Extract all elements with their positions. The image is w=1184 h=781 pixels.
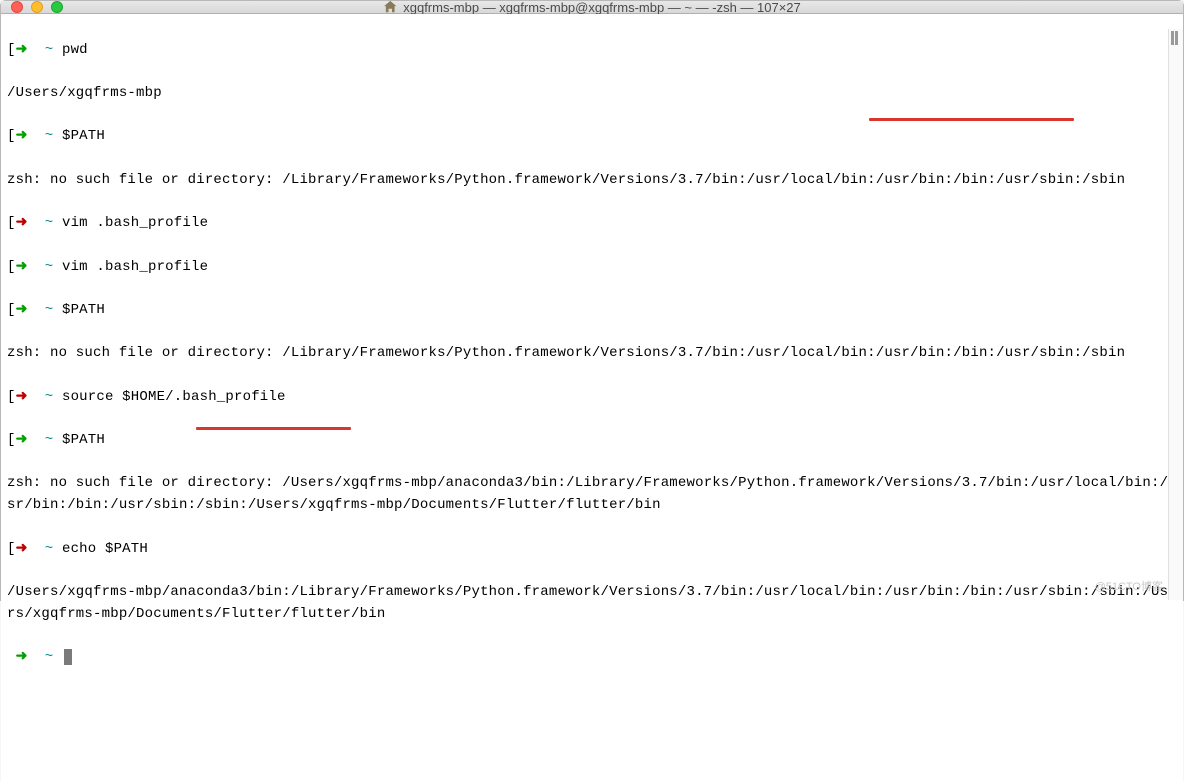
cursor: [64, 649, 72, 665]
pane-indicator-icon: [1171, 31, 1181, 45]
prompt-line: [➜ ~ $PATH]: [7, 126, 1177, 148]
command: $PATH: [62, 128, 105, 144]
close-button[interactable]: [11, 1, 23, 13]
arrow-icon: ➜: [16, 302, 28, 318]
annotation-underline: [869, 118, 1074, 121]
output-line: zsh: no such file or directory: /Library…: [7, 343, 1177, 365]
terminal-body[interactable]: [➜ ~ pwd] /Users/xgqfrms-mbp [➜ ~ $PATH]…: [1, 14, 1183, 781]
output-line: /Users/xgqfrms-mbp: [7, 83, 1177, 105]
prompt-line: [➜ ~ source $HOME/.bash_profile]: [7, 387, 1177, 409]
arrow-icon: ➜: [16, 389, 28, 405]
terminal-window: xgqfrms-mbp — xgqfrms-mbp@xgqfrms-mbp — …: [0, 0, 1184, 601]
watermark: @51CTO博客: [1095, 578, 1163, 594]
command: source $HOME/.bash_profile: [62, 389, 286, 405]
arrow-icon: ➜: [16, 215, 28, 231]
scrollbar[interactable]: [1168, 29, 1183, 600]
prompt-line: [➜ ~ $PATH]: [7, 430, 1177, 452]
arrow-icon: ➜: [16, 259, 28, 275]
prompt-line: [➜ ~ pwd]: [7, 40, 1177, 62]
prompt-line: [➜ ~ vim .bash_profile]: [7, 213, 1177, 235]
maximize-button[interactable]: [51, 1, 63, 13]
prompt-line: [➜ ~ vim .bash_profile]: [7, 257, 1177, 279]
arrow-icon: ➜: [16, 541, 28, 557]
traffic-lights: [11, 1, 63, 13]
arrow-icon: ➜: [16, 649, 28, 665]
home-icon: [383, 0, 397, 14]
minimize-button[interactable]: [31, 1, 43, 13]
arrow-icon: ➜: [16, 42, 28, 58]
prompt-line: ➜ ~: [7, 647, 1177, 669]
command: vim .bash_profile: [62, 215, 208, 231]
output-line: zsh: no such file or directory: /Library…: [7, 170, 1177, 192]
command: vim .bash_profile: [62, 259, 208, 275]
window-title: xgqfrms-mbp — xgqfrms-mbp@xgqfrms-mbp — …: [383, 0, 801, 15]
arrow-icon: ➜: [16, 128, 28, 144]
arrow-icon: ➜: [16, 432, 28, 448]
annotation-underline: [196, 427, 351, 430]
output-line: /Users/xgqfrms-mbp/anaconda3/bin:/Librar…: [7, 582, 1177, 625]
command: $PATH: [62, 302, 105, 318]
prompt-line: [➜ ~ echo $PATH]: [7, 539, 1177, 561]
command: pwd: [62, 42, 88, 58]
command: echo $PATH: [62, 541, 148, 557]
titlebar[interactable]: xgqfrms-mbp — xgqfrms-mbp@xgqfrms-mbp — …: [1, 1, 1183, 14]
command: $PATH: [62, 432, 105, 448]
prompt-line: [➜ ~ $PATH]: [7, 300, 1177, 322]
window-title-text: xgqfrms-mbp — xgqfrms-mbp@xgqfrms-mbp — …: [403, 0, 801, 15]
output-line: zsh: no such file or directory: /Users/x…: [7, 473, 1177, 516]
